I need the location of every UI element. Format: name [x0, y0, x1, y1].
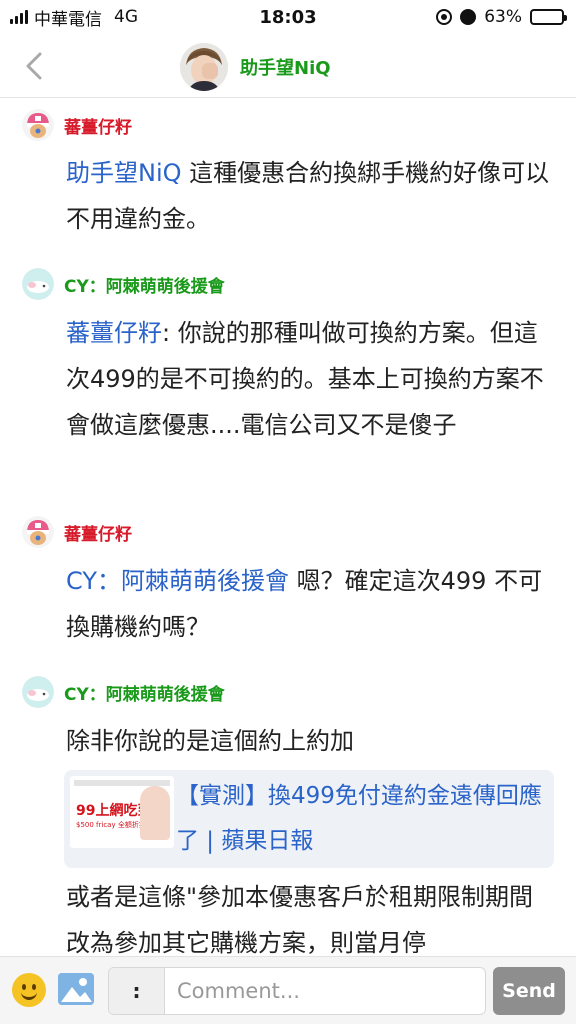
mention-link[interactable]: CY：阿棘萌萌後援會: [66, 567, 289, 595]
post-author-row[interactable]: CY：阿棘萌萌後援會: [22, 675, 225, 709]
post-text: 蕃薑仔籽: 你說的那種叫做可換約方案。但這次499的是不可換約的。基本上可換約方…: [66, 310, 556, 448]
post-text-continued: 或者是這條"參加本優惠客戶於租期限制期間改為參加其它購機方案，則當月停: [66, 883, 534, 956]
author-name[interactable]: CY：阿棘萌萌後援會: [64, 680, 225, 705]
send-button[interactable]: Send: [493, 967, 565, 1015]
emoji-icon[interactable]: [12, 973, 46, 1007]
rotation-lock-icon: [436, 9, 453, 25]
chat-title: 助手望NiQ: [240, 58, 331, 79]
post-author-row[interactable]: 蕃薑仔籽: [22, 108, 132, 142]
status-bar: 中華電信 4G 18:03 63%: [0, 0, 576, 34]
post-text: 助手望NiQ 這種優惠合約換綁手機約好像可以不用違約金。: [66, 150, 556, 242]
author-avatar[interactable]: [22, 109, 54, 141]
post-text-content: 除非你說的是這個約上約加: [66, 727, 354, 755]
mention-link[interactable]: 助手望NiQ: [66, 159, 182, 187]
mention-link[interactable]: 蕃薑仔籽: [66, 319, 162, 347]
alarm-icon: [460, 9, 477, 25]
thumbnail-subline: $500 fricay 全額折抵: [76, 821, 146, 829]
comment-bar: : Send: [0, 956, 576, 1024]
author-name[interactable]: CY：阿棘萌萌後援會: [64, 272, 225, 297]
author-avatar[interactable]: [22, 268, 54, 300]
author-avatar[interactable]: [22, 676, 54, 708]
link-thumbnail[interactable]: 99上網吃到飽 $500 fricay 全額折抵: [70, 776, 174, 848]
battery-icon: [530, 9, 567, 25]
author-avatar[interactable]: [22, 516, 54, 548]
header-profile[interactable]: 助手望NiQ: [180, 42, 331, 92]
back-button[interactable]: [18, 48, 50, 84]
profile-avatar[interactable]: [180, 43, 228, 91]
image-icon[interactable]: [58, 973, 94, 1005]
battery-percent: 63%: [484, 7, 522, 27]
post-text: CY：阿棘萌萌後援會 嗯？確定這次499 不可換購機約嗎？: [66, 558, 556, 650]
author-name[interactable]: 蕃薑仔籽: [64, 113, 132, 138]
post-author-row[interactable]: CY：阿棘萌萌後援會: [22, 267, 225, 301]
comment-box: :: [108, 967, 486, 1015]
chat-header: 助手望NiQ: [0, 34, 576, 98]
link-preview-card[interactable]: 99上網吃到飽 $500 fricay 全額折抵 【實測】換499免付違約金遠傳…: [64, 770, 554, 868]
link-title[interactable]: 【實測】換499免付違約金遠傳回應了 | 蘋果日報: [176, 774, 546, 864]
status-indicators: 63%: [436, 7, 567, 27]
post-author-row[interactable]: 蕃薑仔籽: [22, 515, 132, 549]
comment-input[interactable]: [177, 976, 477, 1006]
back-chevron-icon: [26, 52, 42, 80]
colon-button[interactable]: :: [109, 968, 165, 1014]
author-name[interactable]: 蕃薑仔籽: [64, 520, 132, 545]
